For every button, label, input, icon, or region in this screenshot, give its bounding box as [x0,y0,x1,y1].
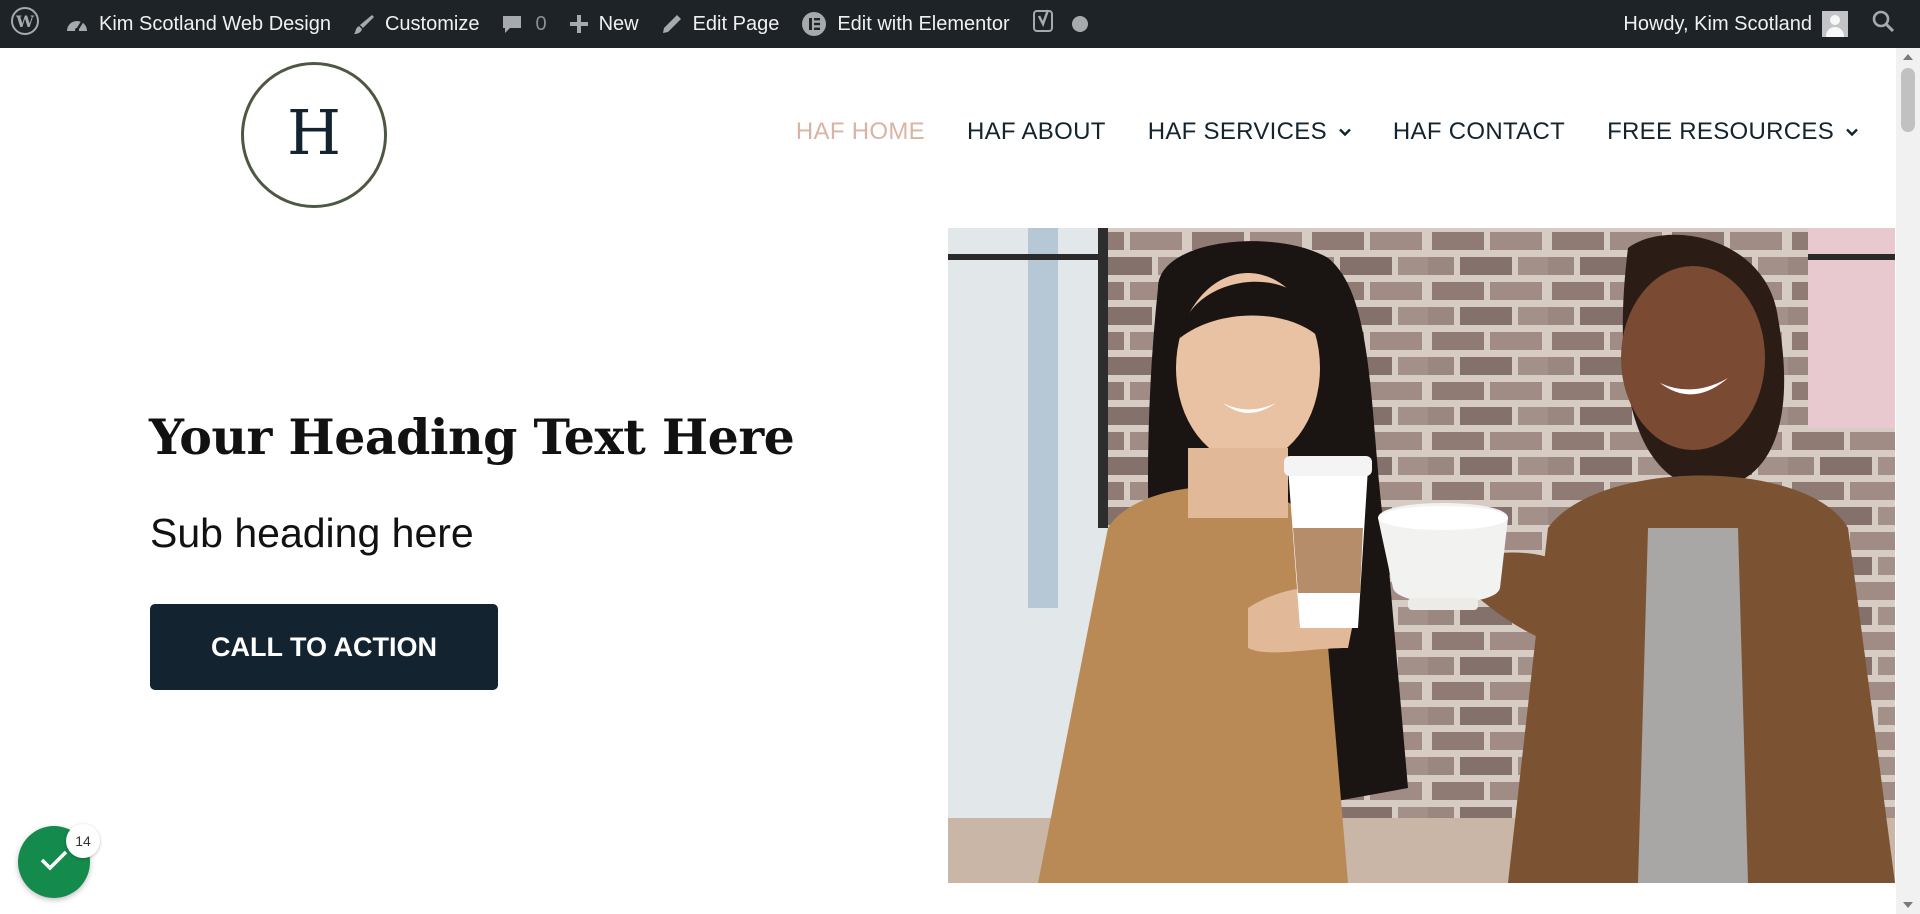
notification-count: 14 [66,824,100,858]
chevron-down-icon[interactable] [1846,128,1858,137]
avatar [1822,11,1848,37]
admin-search-button[interactable] [1862,0,1920,48]
yoast-seo-menu[interactable] [1021,0,1099,48]
logo-letter: H [286,96,342,169]
hero-photo-illustration [948,228,1895,883]
plus-icon [569,14,589,34]
nav-item-haf-home[interactable]: HAF HOME [796,118,925,146]
wordpress-logo-icon: W [10,6,40,42]
scrollbar-thumb[interactable] [1901,68,1915,132]
nav-item-label: FREE RESOURCES [1607,118,1834,145]
new-label: New [598,12,639,35]
edit-with-elementor-label: Edit with Elementor [837,12,1010,35]
svg-text:W: W [15,12,35,31]
nav-item-label: HAF SERVICES [1147,118,1327,145]
elementor-icon [801,11,827,37]
site-name-label: Kim Scotland Web Design [99,12,331,35]
pencil-icon [661,13,683,35]
seo-status-dot-icon [1071,16,1088,32]
nav-item-free-resources[interactable]: FREE RESOURCES [1607,118,1858,146]
notifications-badge-button[interactable]: 14 [18,824,100,898]
nav-item-haf-services[interactable]: HAF SERVICES [1148,118,1351,146]
dashboard-gauge-icon [65,14,89,34]
my-account-menu[interactable]: Howdy, Kim Scotland [1612,0,1862,48]
hero-subheading: Sub heading here [150,510,474,556]
chevron-down-icon[interactable] [1339,128,1351,137]
checkmark-icon [39,848,69,877]
hero-heading: Your Heading Text Here [149,408,795,466]
howdy-label: Howdy, Kim Scotland [1623,12,1812,35]
scroll-down-arrow-icon[interactable] [1896,896,1920,914]
paintbrush-icon [353,13,375,35]
nav-item-label: HAF HOME [795,118,925,145]
comment-bubble-icon [501,13,523,35]
wordpress-menu[interactable]: W [0,0,54,48]
edit-with-elementor-link[interactable]: Edit with Elementor [790,0,1020,48]
hero-photo [948,228,1895,883]
nav-item-haf-about[interactable]: HAF ABOUT [967,118,1106,146]
search-icon [1872,10,1895,38]
nav-item-label: HAF CONTACT [1392,118,1566,145]
yoast-icon [1032,8,1058,40]
customize-label: Customize [384,12,480,35]
page-scrollbar[interactable] [1896,48,1920,914]
site-logo[interactable]: H [241,62,387,208]
edit-page-label: Edit Page [692,12,780,35]
customize-link[interactable]: Customize [342,0,490,48]
comments-link[interactable]: 0 [490,0,557,48]
scroll-up-arrow-icon[interactable] [1896,48,1920,66]
call-to-action-button[interactable]: CALL TO ACTION [150,604,498,690]
comments-count: 0 [535,12,547,35]
new-content-menu[interactable]: New [558,0,650,48]
edit-page-link[interactable]: Edit Page [650,0,791,48]
nav-item-label: HAF ABOUT [966,118,1106,145]
nav-item-haf-contact[interactable]: HAF CONTACT [1393,118,1565,146]
main-navigation: HAF HOME HAF ABOUT HAF SERVICES HAF CONT… [796,118,1858,146]
admin-bar: W Kim Scotland Web Design Customize 0 Ne… [0,0,1920,48]
site-name-menu[interactable]: Kim Scotland Web Design [54,0,342,48]
